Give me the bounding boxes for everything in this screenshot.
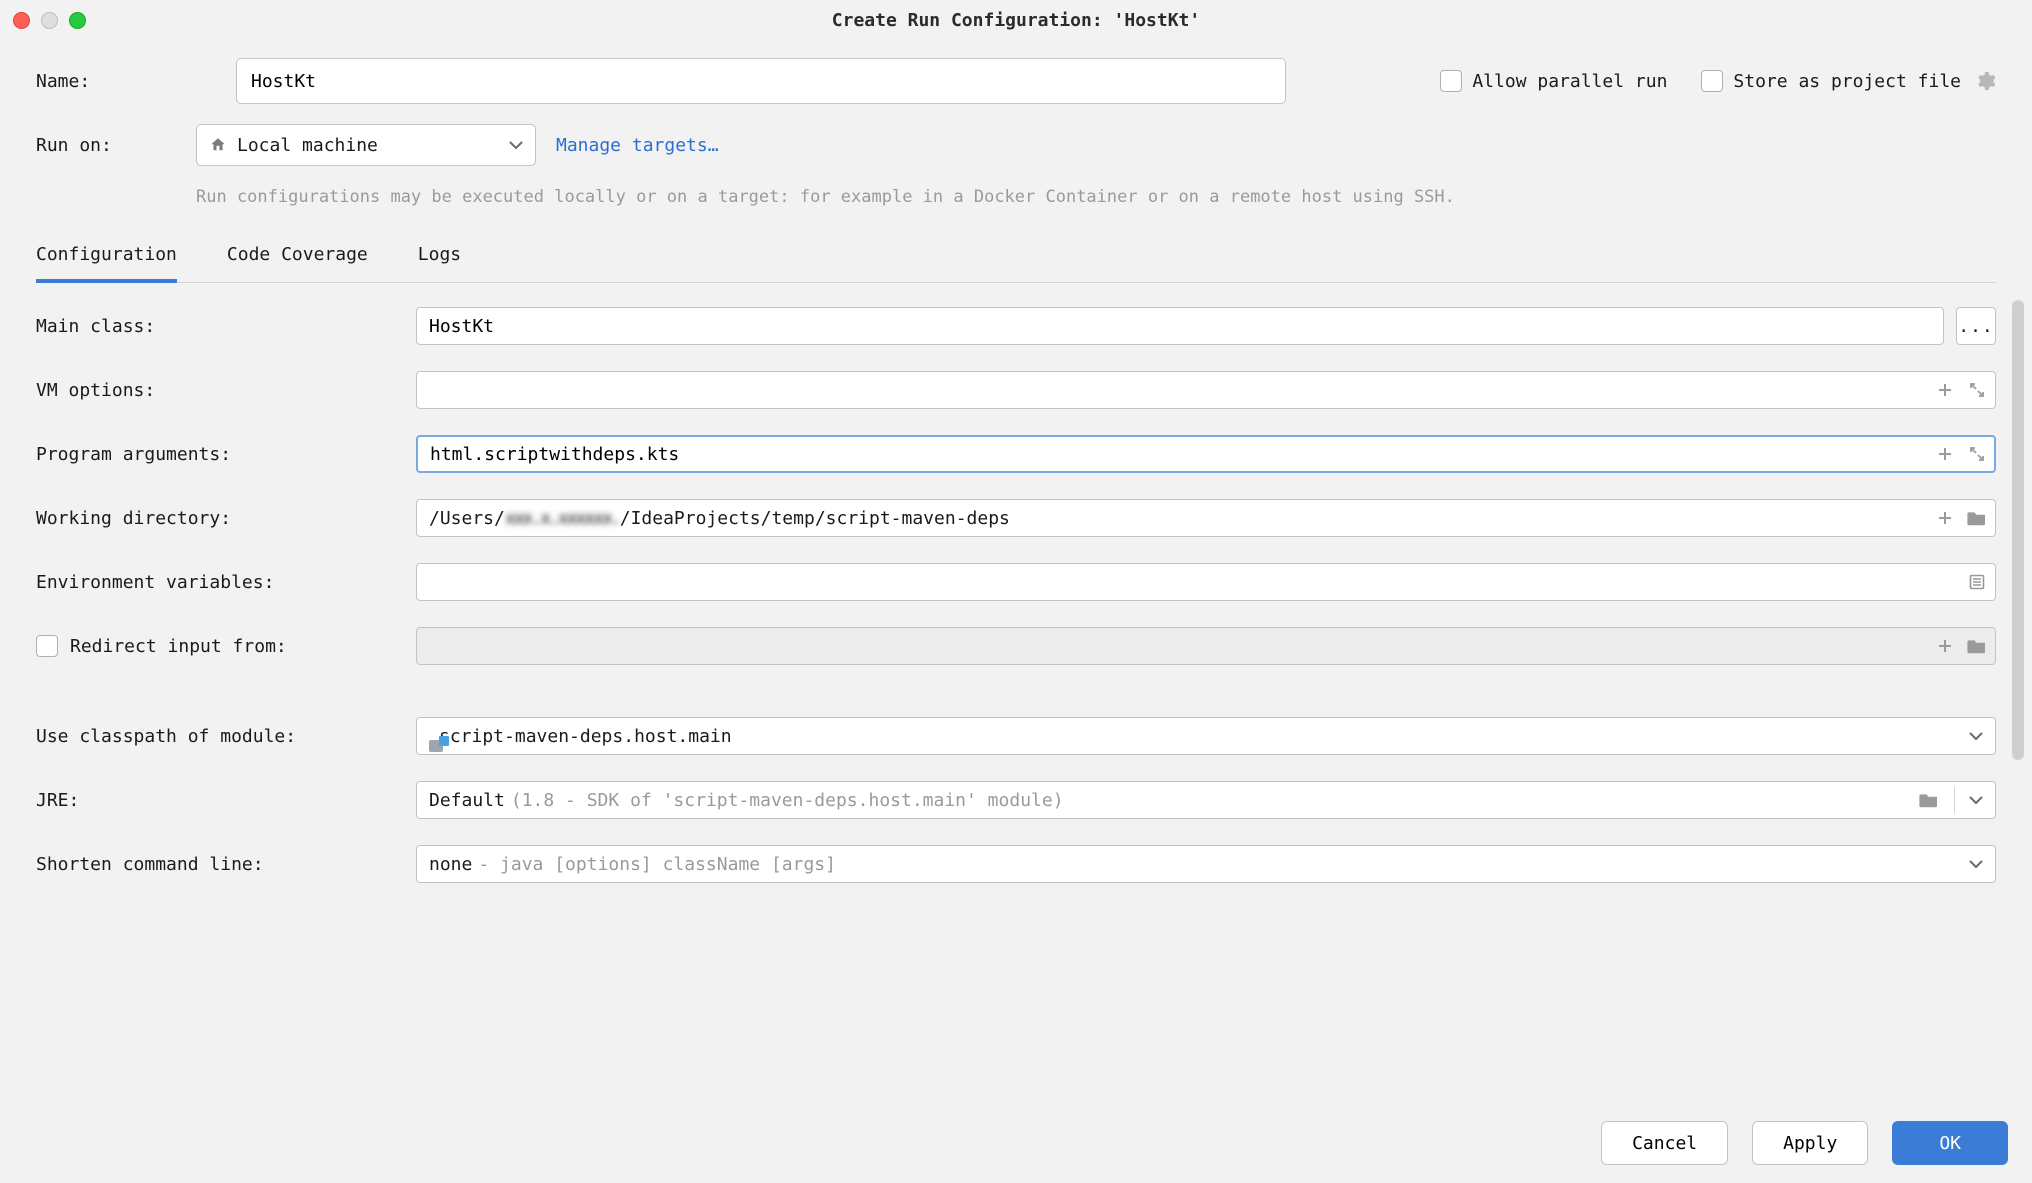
name-label: Name: [36,71,196,92]
gear-icon[interactable] [1974,70,1996,92]
jre-row: JRE: Default (1.8 - SDK of 'script-maven… [36,781,1996,819]
shorten-command-line-select[interactable]: none - java [options] className [args] [416,845,1996,883]
chevron-down-icon [509,141,523,150]
plus-icon[interactable] [1934,379,1956,401]
redirect-input-row: Redirect input from: [36,627,1996,665]
working-directory-suffix: /IdeaProjects/temp/script-maven-deps [620,508,1010,529]
main-class-row: Main class: ... [36,307,1996,345]
ok-button[interactable]: OK [1892,1121,2008,1165]
working-directory-input[interactable]: /Users/xxx.x.xxxxxx./IdeaProjects/temp/s… [416,499,1996,537]
main-class-input[interactable] [416,307,1944,345]
name-row: Name: Allow parallel run Store as projec… [36,58,1996,104]
redirect-input-label: Redirect input from: [70,636,287,657]
shorten-value: none [429,854,472,875]
environment-variables-input[interactable] [416,563,1996,601]
tabs: Configuration Code Coverage Logs [36,244,1996,283]
minimize-window-button[interactable] [41,12,58,29]
tab-configuration[interactable]: Configuration [36,244,177,283]
store-as-project-file-checkbox[interactable] [1701,70,1723,92]
classpath-select[interactable]: script-maven-deps.host.main [416,717,1996,755]
header-options: Allow parallel run Store as project file [1440,70,1996,92]
expand-icon[interactable] [1966,379,1988,401]
program-arguments-label: Program arguments: [36,444,416,465]
redirect-input-checkbox[interactable] [36,635,58,657]
list-icon[interactable] [1966,571,1988,593]
jre-select[interactable]: Default (1.8 - SDK of 'script-maven-deps… [416,781,1996,819]
environment-variables-label: Environment variables: [36,572,416,593]
run-on-row: Run on: Local machine Manage targets… [36,124,1996,166]
footer-buttons: Cancel Apply OK [1601,1121,2008,1165]
run-on-select[interactable]: Local machine [196,124,536,166]
classpath-row: Use classpath of module: script-maven-de… [36,717,1996,755]
folder-icon [1966,635,1988,657]
tab-code-coverage[interactable]: Code Coverage [227,244,368,282]
redirect-input-field [416,627,1996,665]
working-directory-masked: xxx.x.xxxxxx. [505,508,620,529]
manage-targets-link[interactable]: Manage targets… [556,135,719,156]
run-on-label: Run on: [36,135,196,156]
configuration-form: Main class: ... VM options: [36,307,1996,883]
store-as-project-file-label: Store as project file [1733,71,1961,92]
plus-icon[interactable] [1934,443,1956,465]
working-directory-row: Working directory: /Users/xxx.x.xxxxxx./… [36,499,1996,537]
traffic-lights [13,12,86,29]
shorten-command-line-row: Shorten command line: none - java [optio… [36,845,1996,883]
working-directory-prefix: /Users/ [429,508,505,529]
chevron-down-icon [1969,732,1983,741]
cancel-button[interactable]: Cancel [1601,1121,1728,1165]
separator [1954,787,1955,813]
allow-parallel-run-label: Allow parallel run [1472,71,1667,92]
name-input[interactable] [236,58,1286,104]
chevron-down-icon[interactable] [1969,796,1983,805]
apply-button[interactable]: Apply [1752,1121,1868,1165]
window-title: Create Run Configuration: 'HostKt' [832,10,1200,31]
plus-icon [1934,635,1956,657]
jre-value: Default [429,790,505,811]
program-arguments-row: Program arguments: [36,435,1996,473]
home-icon [209,136,227,154]
jre-hint: (1.8 - SDK of 'script-maven-deps.host.ma… [511,790,1064,811]
vm-options-row: VM options: [36,371,1996,409]
run-on-value: Local machine [237,135,378,156]
expand-icon[interactable] [1966,443,1988,465]
close-window-button[interactable] [13,12,30,29]
chevron-down-icon [1969,860,1983,869]
zoom-window-button[interactable] [69,12,86,29]
content: Name: Allow parallel run Store as projec… [0,40,2032,883]
folder-icon[interactable] [1966,507,1988,529]
vertical-scrollbar[interactable] [2012,300,2024,760]
tab-logs[interactable]: Logs [418,244,461,282]
shorten-command-line-label: Shorten command line: [36,854,416,875]
allow-parallel-run-option[interactable]: Allow parallel run [1440,70,1667,92]
folder-icon[interactable] [1918,789,1940,811]
main-class-browse-button[interactable]: ... [1956,307,1996,345]
working-directory-label: Working directory: [36,508,416,529]
store-as-project-file-option[interactable]: Store as project file [1701,70,1996,92]
jre-label: JRE: [36,790,416,811]
classpath-label: Use classpath of module: [36,726,416,747]
program-arguments-input[interactable] [416,435,1996,473]
shorten-hint: - java [options] className [args] [478,854,836,875]
vm-options-label: VM options: [36,380,416,401]
plus-icon[interactable] [1934,507,1956,529]
titlebar: Create Run Configuration: 'HostKt' [0,0,2032,40]
classpath-value: script-maven-deps.host.main [439,726,732,747]
run-on-hint: Run configurations may be executed local… [196,184,1996,210]
main-class-label: Main class: [36,316,416,337]
vm-options-input[interactable] [416,371,1996,409]
dialog-window: Create Run Configuration: 'HostKt' Name:… [0,0,2032,1183]
allow-parallel-run-checkbox[interactable] [1440,70,1462,92]
environment-variables-row: Environment variables: [36,563,1996,601]
